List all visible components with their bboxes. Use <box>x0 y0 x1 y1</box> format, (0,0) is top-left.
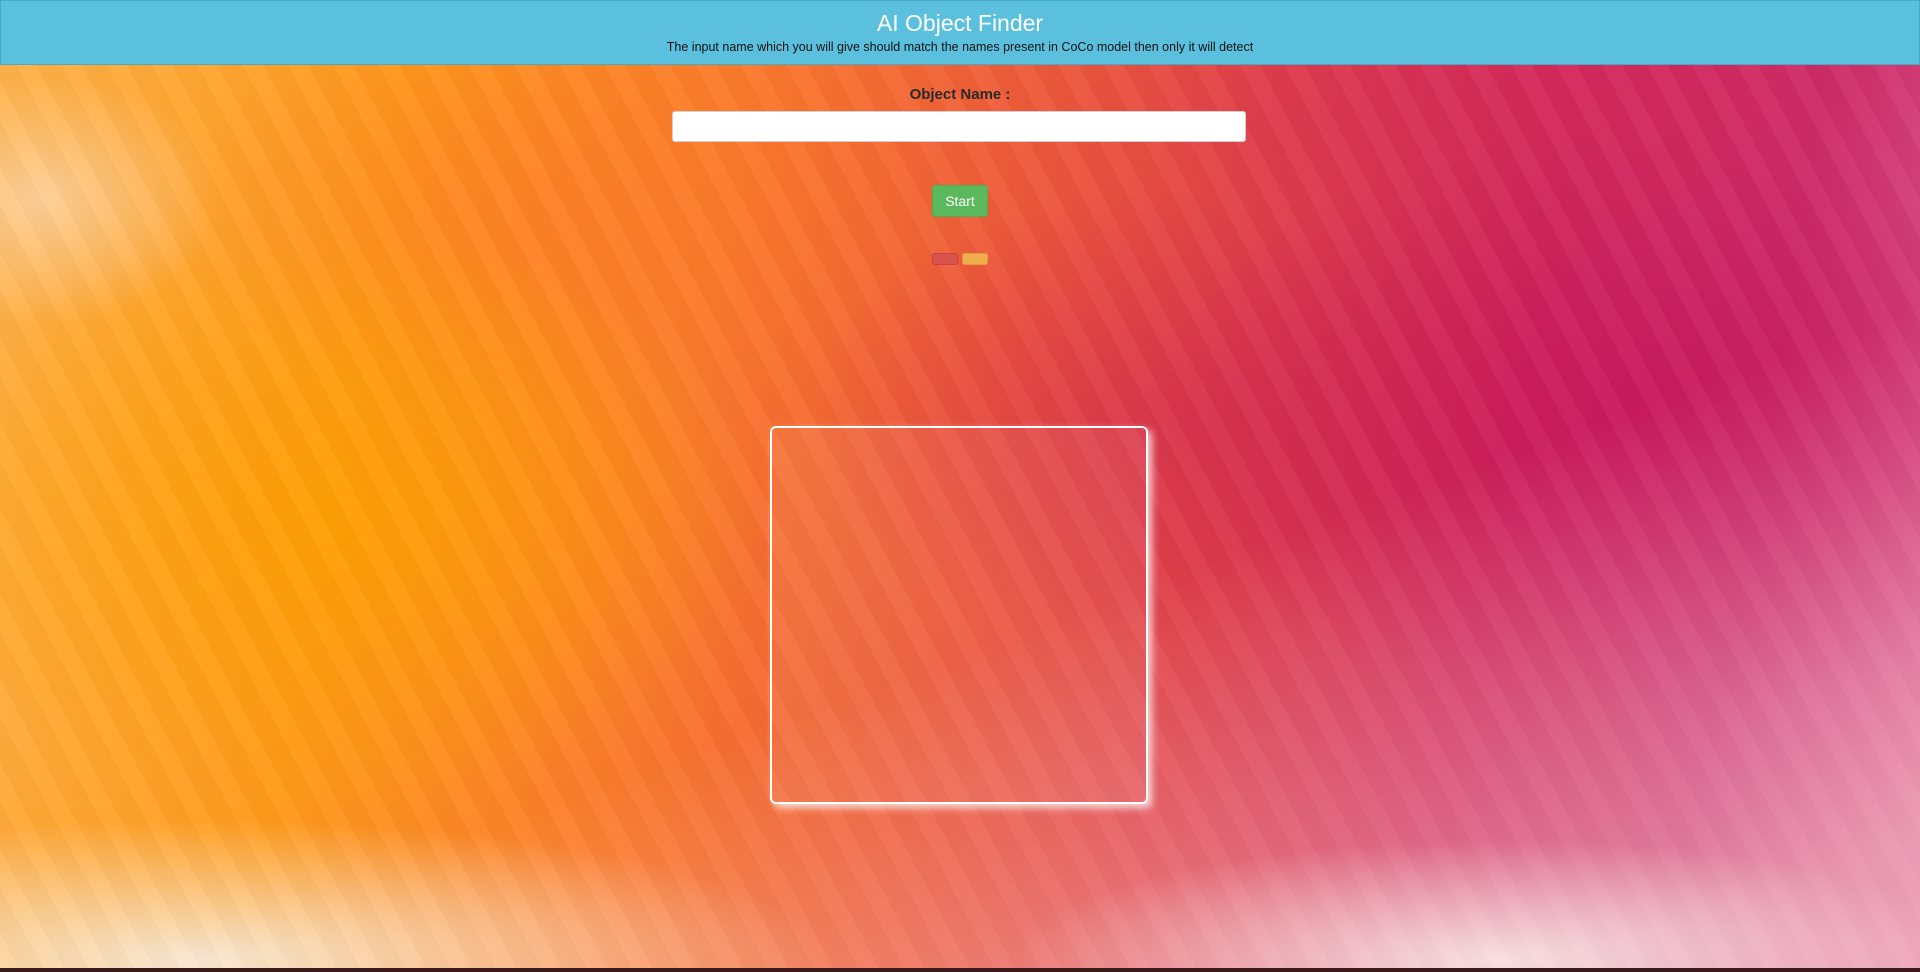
object-name-label: Object Name : <box>909 86 1011 103</box>
page-title: AI Object Finder <box>876 10 1044 36</box>
page-subtitle: The input name which you will give shoul… <box>666 40 1254 54</box>
stop-button[interactable] <box>932 253 958 265</box>
video-preview-frame <box>770 426 1148 804</box>
app-header: AI Object Finder The input name which yo… <box>0 0 1920 65</box>
bottom-edge-strip <box>0 968 1920 972</box>
object-name-input[interactable] <box>672 111 1246 142</box>
reset-button[interactable] <box>962 253 988 265</box>
start-button[interactable]: Start <box>932 185 988 217</box>
